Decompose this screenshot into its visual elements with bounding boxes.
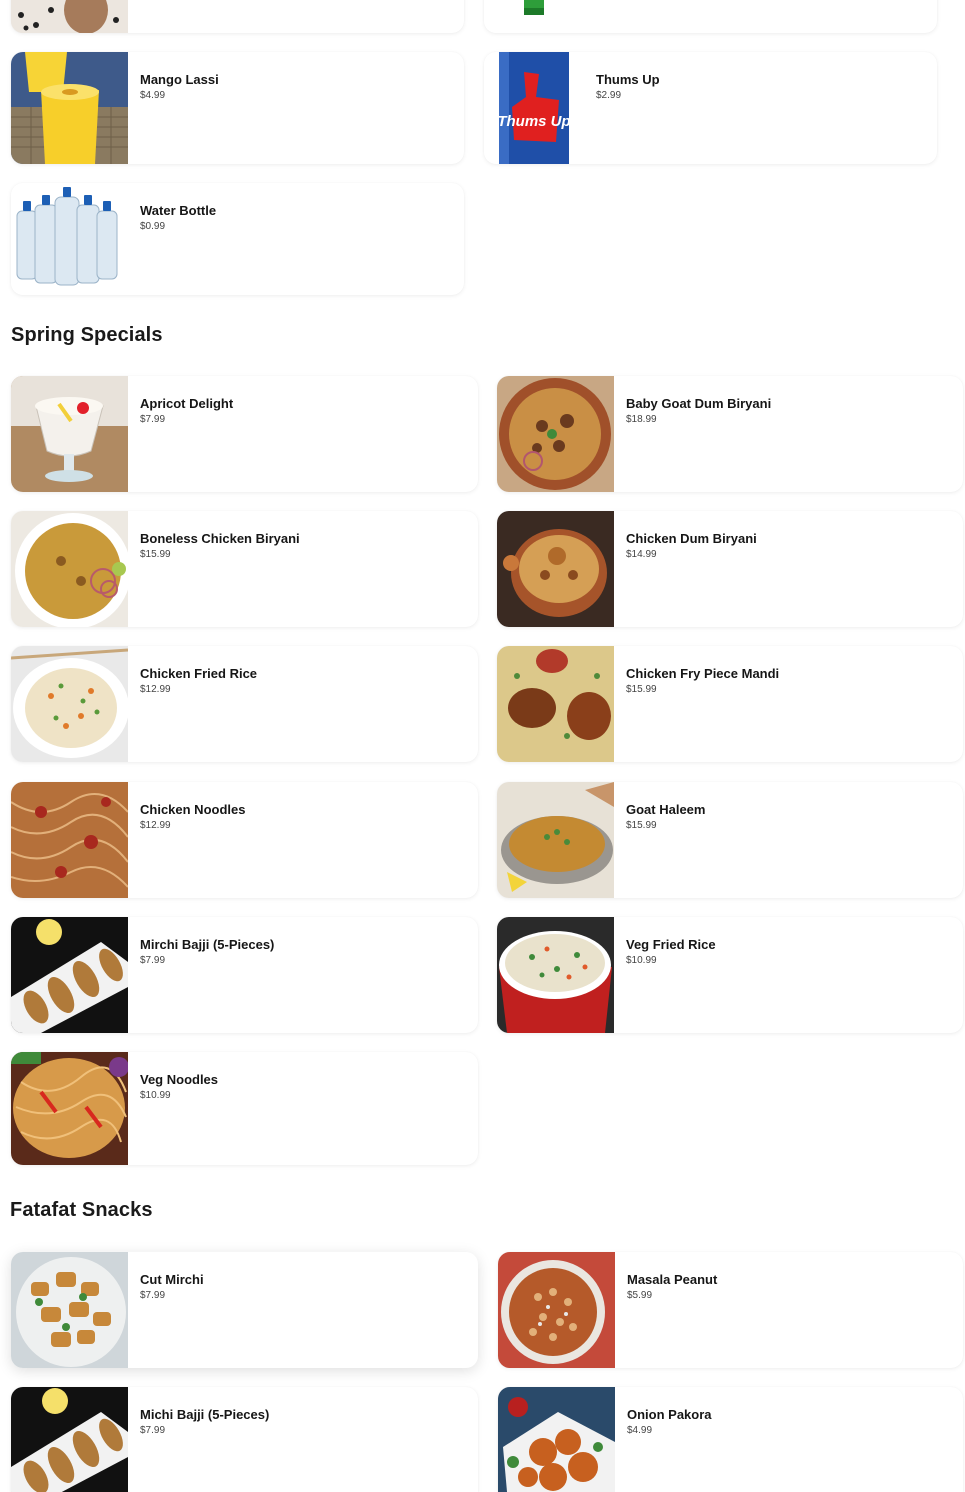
menu-item-card[interactable]: Veg Noodles $10.99 [11,1052,478,1165]
item-name: Chicken Noodles [140,802,246,817]
item-name: Goat Haleem [626,802,706,817]
item-price: $7.99 [140,1425,166,1436]
item-name: Onion Pakora [627,1407,712,1422]
veg-noodles-image [11,1052,128,1165]
item-name: Boneless Chicken Biryani [140,531,300,546]
menu-item-card[interactable]: Water Bottle $0.99 [11,183,464,295]
section-title-spring-specials: Spring Specials [11,324,163,346]
section-title-fatafat-snacks: Fatafat Snacks [10,1199,153,1221]
item-info: Thums Up $2.99 [584,52,672,164]
masala-peanut-image [498,1252,615,1368]
boneless-chicken-biryani-image [11,511,128,627]
menu-item-card[interactable]: Boneless Chicken Biryani $15.99 [11,511,478,627]
menu-item-card[interactable]: Chicken Fried Rice $12.99 [11,646,478,762]
menu-item-card[interactable]: Goat Haleem $15.99 [497,782,963,898]
item-info: Chicken Noodles $12.99 [128,782,257,898]
item-name: Chicken Dum Biryani [626,531,757,546]
item-price: $0.99 [140,221,166,232]
drink-image [11,0,128,33]
menu-item-card[interactable]: Chicken Noodles $12.99 [11,782,478,898]
menu-item-card[interactable]: Michi Bajji (5-Pieces) $7.99 [11,1387,478,1492]
item-info: Chicken Fry Piece Mandi $15.99 [614,646,791,762]
item-price: $4.99 [140,90,166,101]
item-info: Baby Goat Dum Biryani $18.99 [614,376,783,492]
baby-goat-dum-biryani-image [497,376,614,492]
goat-haleem-image [497,782,614,898]
item-name: Baby Goat Dum Biryani [626,396,772,411]
item-info: Water Bottle $0.99 [128,183,228,295]
menu-item-card[interactable]: Mirchi Bajji (5-Pieces) $7.99 [11,917,478,1033]
item-info: Veg Fried Rice $10.99 [614,917,728,1033]
item-info: Mirchi Bajji (5-Pieces) $7.99 [128,917,286,1033]
chicken-fried-rice-image [11,646,128,762]
item-price: $14.99 [626,549,657,560]
item-name: Mango Lassi [140,72,219,87]
item-info: Chicken Fried Rice $12.99 [128,646,269,762]
item-price: $12.99 [140,820,171,831]
item-info: Cut Mirchi $7.99 [128,1252,216,1368]
item-name: Michi Bajji (5-Pieces) [140,1407,270,1422]
item-name: Mirchi Bajji (5-Pieces) [140,937,275,952]
menu-item-card[interactable]: Mango Lassi $4.99 [11,52,464,164]
item-info: Chicken Dum Biryani $14.99 [614,511,769,627]
chicken-fry-piece-mandi-image [497,646,614,762]
menu-item-card[interactable]: Apricot Delight $7.99 [11,376,478,492]
item-price: $5.99 [627,1290,653,1301]
item-price: $15.99 [140,549,171,560]
item-info: Boneless Chicken Biryani $15.99 [128,511,312,627]
thums-up-can-image: Thums Up [484,52,584,164]
can-brand-text: Thums Up [497,113,570,130]
item-name: Veg Fried Rice [626,937,716,952]
menu-item-card[interactable]: Thums Up Thums Up $2.99 [484,52,937,164]
onion-pakora-image [498,1387,615,1492]
item-name: Chicken Fry Piece Mandi [626,666,780,681]
item-info: Apricot Delight $7.99 [128,376,245,492]
item-price: $7.99 [140,414,166,425]
item-info: Goat Haleem $15.99 [614,782,717,898]
apricot-delight-image [11,376,128,492]
menu-item-card-partial-left[interactable] [11,0,464,33]
item-name: Cut Mirchi [140,1272,204,1287]
item-price: $10.99 [626,955,657,966]
item-info: Veg Noodles $10.99 [128,1052,230,1165]
soda-can-image [484,0,584,33]
veg-fried-rice-image [497,917,614,1033]
menu-item-card[interactable]: Cut Mirchi $7.99 [11,1252,478,1368]
item-price: $18.99 [626,414,657,425]
item-price: $2.99 [596,90,622,101]
menu-item-card[interactable]: Masala Peanut $5.99 [498,1252,963,1368]
item-price: $12.99 [140,684,171,695]
item-info: Masala Peanut $5.99 [615,1252,729,1368]
item-name: Thums Up [596,72,660,87]
menu-item-card[interactable]: Onion Pakora $4.99 [498,1387,963,1492]
item-name: Chicken Fried Rice [140,666,258,681]
water-bottle-image [11,183,128,295]
item-name: Veg Noodles [140,1072,219,1087]
menu-item-card[interactable]: Chicken Dum Biryani $14.99 [497,511,963,627]
mirchi-bajji-image [11,917,128,1033]
item-name: Apricot Delight [140,396,234,411]
item-price: $10.99 [140,1090,171,1101]
item-price: $7.99 [140,1290,166,1301]
item-price: $15.99 [626,820,657,831]
cut-mirchi-image [11,1252,128,1368]
item-name: Masala Peanut [627,1272,718,1287]
michi-bajji-image [11,1387,128,1492]
mango-lassi-image [11,52,128,164]
menu-item-card[interactable]: Chicken Fry Piece Mandi $15.99 [497,646,963,762]
menu-item-card-partial-right[interactable] [484,0,937,33]
chicken-noodles-image [11,782,128,898]
menu-item-card[interactable]: Veg Fried Rice $10.99 [497,917,963,1033]
menu-item-card[interactable]: Baby Goat Dum Biryani $18.99 [497,376,963,492]
chicken-dum-biryani-image [497,511,614,627]
item-price: $4.99 [627,1425,653,1436]
item-info: Onion Pakora $4.99 [615,1387,724,1492]
item-price: $7.99 [140,955,166,966]
item-name: Water Bottle [140,203,217,218]
item-price: $15.99 [626,684,657,695]
item-info: Mango Lassi $4.99 [128,52,231,164]
item-info: Michi Bajji (5-Pieces) $7.99 [128,1387,281,1492]
menu-page: Mango Lassi $4.99 Thums Up Thums Up $2.9… [0,0,965,1492]
